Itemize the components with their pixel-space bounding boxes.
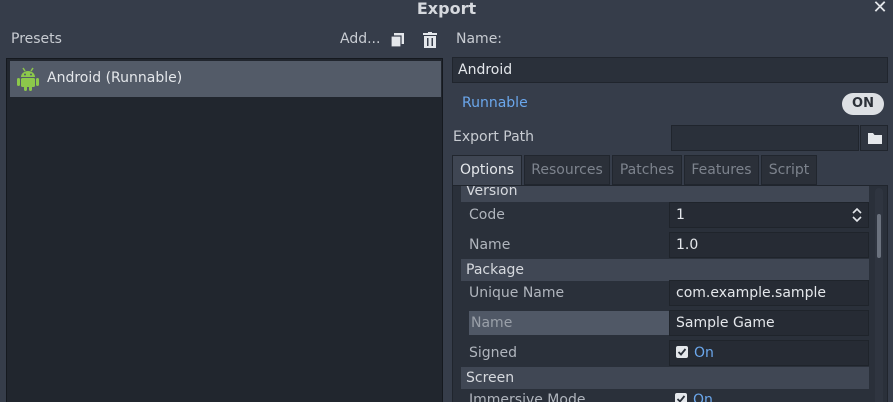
folder-icon <box>868 133 882 144</box>
add-preset-button[interactable]: Add... <box>340 31 380 47</box>
version-name-label: Name <box>469 237 511 253</box>
section-screen[interactable]: Screen <box>461 367 869 389</box>
section-package[interactable]: Package <box>461 259 869 281</box>
browse-folder-button[interactable] <box>860 125 888 151</box>
scrollbar-thumb[interactable] <box>877 214 881 258</box>
checkmark-icon <box>676 346 688 358</box>
screen-immersive-value: On <box>693 392 713 402</box>
version-code-label: Code <box>469 207 505 223</box>
screen-immersive-label: Immersive Mode <box>469 392 586 402</box>
version-code-field[interactable]: 1 <box>669 202 869 228</box>
preset-list: Android (Runnable) <box>6 58 443 402</box>
package-name-field[interactable]: Sample Game <box>669 310 869 336</box>
package-signed-value: On <box>694 345 714 361</box>
version-code-value: 1 <box>676 207 685 223</box>
options-inspector: Version Code 1 Name 1.0 Package Unique N… <box>452 185 888 402</box>
presets-label: Presets <box>11 31 62 47</box>
preset-name-input[interactable]: Android <box>452 57 888 83</box>
tab-script[interactable]: Script <box>761 155 817 185</box>
section-version[interactable]: Version <box>461 186 869 202</box>
close-icon[interactable]: ✕ <box>871 0 889 18</box>
options-scrollbar[interactable] <box>875 188 883 402</box>
checkmark-icon <box>675 393 687 402</box>
spinner-arrows-icon[interactable] <box>852 207 862 223</box>
tab-patches[interactable]: Patches <box>612 155 682 185</box>
export-dialog: Export ✕ Presets Add... Android (Runnabl… <box>0 0 893 402</box>
tab-features[interactable]: Features <box>684 155 759 185</box>
version-name-field[interactable]: 1.0 <box>669 232 869 258</box>
title-bar: Export ✕ <box>0 0 893 20</box>
runnable-toggle[interactable]: ON <box>842 93 884 115</box>
dialog-title: Export <box>416 0 477 18</box>
package-unique-name-label: Unique Name <box>469 285 565 301</box>
trash-icon[interactable] <box>421 32 439 48</box>
screen-immersive-checkbox[interactable]: On <box>669 388 869 402</box>
export-path-label: Export Path <box>453 129 535 145</box>
package-signed-checkbox[interactable]: On <box>669 340 869 366</box>
preset-label: Android (Runnable) <box>47 70 183 86</box>
preset-item-android[interactable]: Android (Runnable) <box>10 61 441 97</box>
tab-options[interactable]: Options <box>452 155 522 185</box>
tab-resources[interactable]: Resources <box>524 155 610 185</box>
runnable-label: Runnable <box>462 95 528 111</box>
export-path-input[interactable] <box>671 125 859 151</box>
duplicate-icon[interactable] <box>390 32 406 48</box>
package-name-label: Name <box>469 311 669 335</box>
android-icon <box>17 67 39 91</box>
package-unique-name-field[interactable]: com.example.sample <box>669 280 869 306</box>
package-signed-label: Signed <box>469 345 518 361</box>
name-label: Name: <box>456 31 503 47</box>
